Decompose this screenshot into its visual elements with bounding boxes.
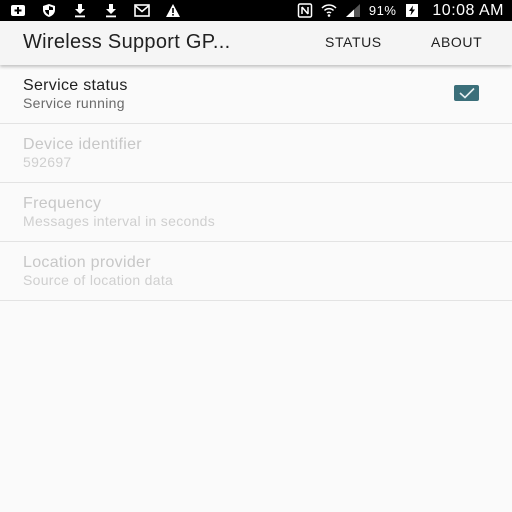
battery-level: 91%	[368, 3, 397, 18]
pref-service-status[interactable]: Service status Service running	[0, 65, 512, 124]
wifi-icon	[321, 3, 337, 18]
shield-icon	[41, 3, 57, 18]
pref-summary: Messages interval in seconds	[23, 213, 216, 229]
nfc-icon	[297, 3, 313, 18]
notification-icons	[10, 3, 181, 18]
pref-title: Location provider	[23, 254, 151, 271]
clock: 10:08 AM	[432, 1, 504, 19]
check-icon	[458, 87, 475, 99]
pref-frequency: Frequency Messages interval in seconds	[0, 183, 512, 242]
about-action-button[interactable]: ABOUT	[431, 34, 482, 50]
pref-summary: Source of location data	[23, 272, 174, 288]
status-bar: 91% 10:08 AM	[0, 0, 512, 21]
pref-title: Device identifier	[23, 136, 142, 153]
pref-location-provider: Location provider Source of location dat…	[0, 242, 512, 301]
pref-title: Service status	[23, 77, 128, 94]
pref-summary: Service running	[23, 95, 125, 111]
pref-device-identifier: Device identifier 592697	[0, 124, 512, 183]
battery-charging-icon	[404, 3, 420, 18]
app-bar: Wireless Support GP... STATUS ABOUT	[0, 21, 512, 65]
download-icon	[103, 3, 119, 18]
service-status-checkbox[interactable]	[454, 85, 479, 101]
warning-icon	[165, 3, 181, 18]
download-icon	[72, 3, 88, 18]
system-icons: 91% 10:08 AM	[297, 2, 504, 20]
mail-icon	[134, 3, 150, 18]
app-title: Wireless Support GP...	[23, 31, 231, 53]
pref-summary: 592697	[23, 154, 72, 170]
signal-icon	[345, 3, 361, 18]
pref-title: Frequency	[23, 195, 102, 212]
status-action-button[interactable]: STATUS	[325, 34, 382, 50]
preferences-list: Service status Service running Device id…	[0, 65, 512, 301]
add-box-icon	[10, 3, 26, 18]
